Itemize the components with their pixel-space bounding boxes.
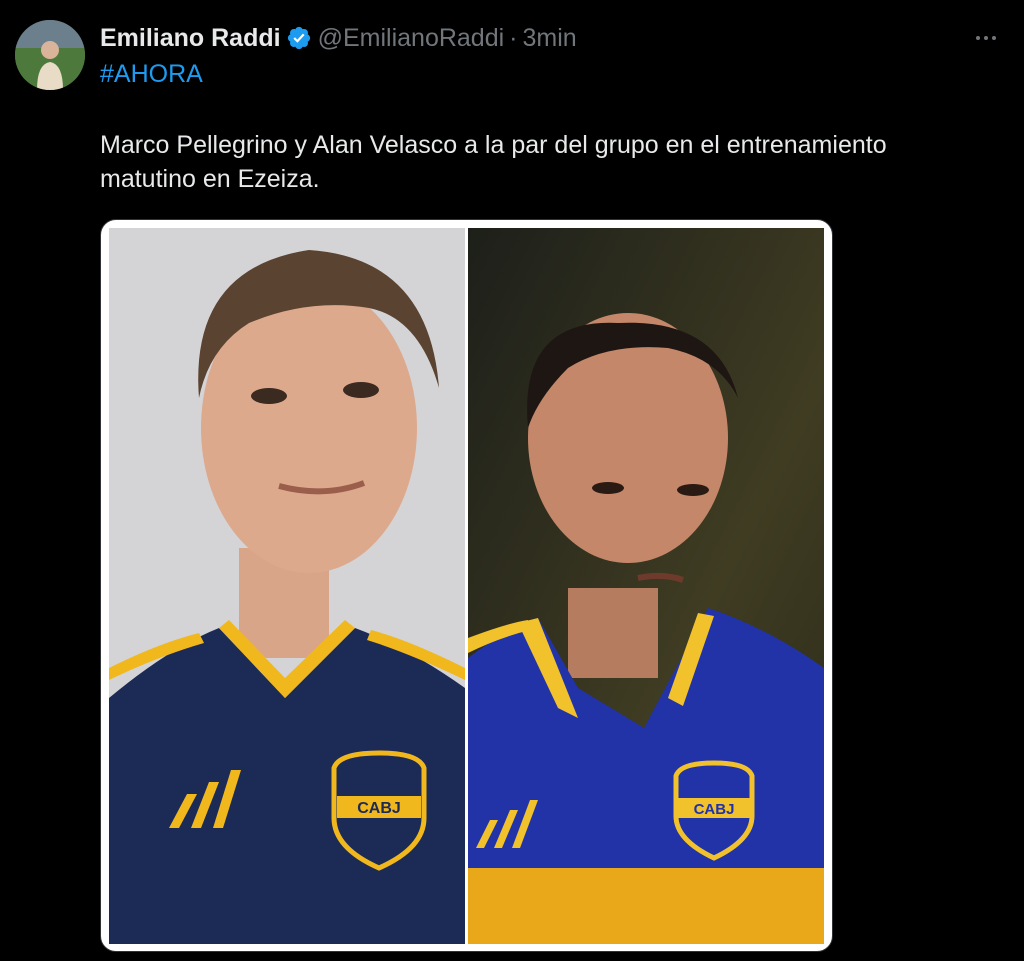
player-photo-right: CABJ — [468, 228, 824, 944]
tweet-media-image[interactable]: CABJ CABJ — [100, 219, 833, 952]
hashtag-link[interactable]: #AHORA — [100, 60, 203, 89]
tweet-header: Emiliano Raddi @EmilianoRaddi · 3min — [100, 22, 577, 54]
more-options-button[interactable] — [970, 22, 1002, 54]
author-name[interactable]: Emiliano Raddi — [100, 24, 281, 53]
author-avatar[interactable] — [15, 20, 85, 90]
tweet-text: Marco Pellegrino y Alan Velasco a la par… — [100, 131, 887, 193]
tweet-timestamp[interactable]: 3min — [523, 24, 577, 53]
crest-text-right: CABJ — [694, 801, 735, 818]
player-photo-left: CABJ — [109, 228, 465, 944]
separator-dot: · — [509, 23, 518, 52]
crest-text-left: CABJ — [357, 800, 401, 817]
more-horizontal-icon — [976, 36, 980, 40]
author-handle[interactable]: @EmilianoRaddi — [318, 24, 505, 53]
verified-badge-icon — [286, 25, 312, 51]
